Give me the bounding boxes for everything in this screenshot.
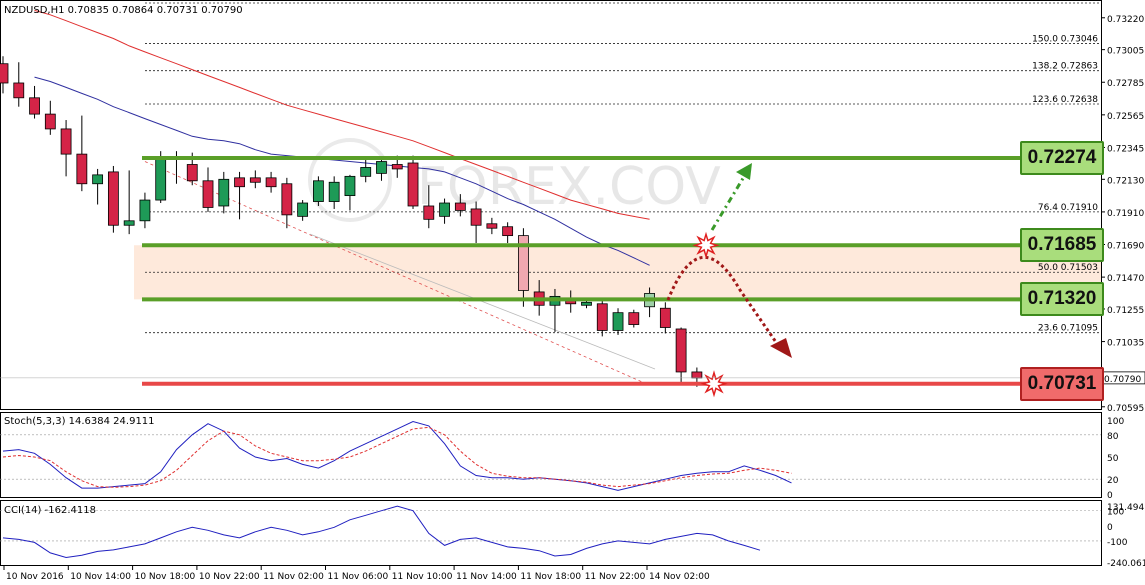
time-tick-label: 11 Nov 14:00	[456, 572, 517, 582]
key-level-price-box: 0.70731	[1020, 366, 1104, 401]
time-tick-label: 10 Nov 18:00	[135, 572, 196, 582]
price-tick-label: 0.71690	[1107, 242, 1144, 252]
bull-candle	[376, 161, 387, 174]
key-level-price-box: 0.71320	[1020, 282, 1104, 317]
bear-candle	[13, 82, 25, 99]
bear-candle	[44, 113, 56, 130]
fib-level-label: 76.4 0.71910	[1038, 203, 1098, 213]
cci-panel-frame	[0, 500, 1102, 566]
bear-candle	[234, 177, 245, 188]
time-tick-label: 11 Nov 10:00	[392, 572, 453, 582]
bear-candle	[281, 183, 293, 216]
bear-candle	[470, 208, 482, 226]
fib-level-label: 123.6 0.72638	[1032, 95, 1098, 105]
bear-candle	[423, 205, 435, 220]
bear-candle	[29, 97, 40, 115]
cci-tick-label: -240.0619	[1107, 559, 1145, 569]
cci-tick-label: 0	[1107, 523, 1113, 533]
time-tick-label: 11 Nov 02:00	[263, 572, 324, 582]
breakout-burst-icon	[692, 231, 720, 259]
bear-candle	[107, 171, 119, 226]
price-tick-label: 0.71035	[1107, 339, 1144, 349]
fib-level-label: 23.6 0.71095	[1038, 324, 1098, 334]
bear-candle	[60, 128, 72, 155]
chart-terminal: FOREX.COV 161.8 0.73220150.0 0.73046138.…	[0, 0, 1145, 582]
bull-candle	[218, 178, 230, 207]
bear-candle	[486, 223, 498, 229]
fib-level-label: 50.0 0.71503	[1038, 263, 1098, 273]
bull-candle	[312, 180, 324, 202]
bull-candle	[360, 167, 372, 177]
price-tick-label: 0.73005	[1107, 47, 1144, 57]
cci-label: CCI(14) -162.4118	[4, 505, 96, 516]
fib-level-label: 150.0 0.73046	[1032, 35, 1098, 45]
bull-candle	[328, 181, 340, 202]
price-tick-label: 0.72565	[1107, 112, 1144, 122]
bull-candle	[439, 202, 450, 217]
bear-candle	[502, 226, 514, 237]
bear-candle	[265, 177, 277, 188]
bull-candle	[139, 199, 151, 222]
time-tick-label: 11 Nov 06:00	[328, 572, 389, 582]
fib-level-label: 161.8 0.73220	[1032, 0, 1098, 4]
stoch-tick-label: 20	[1107, 476, 1119, 486]
bear-candle	[596, 303, 608, 331]
bear-candle	[407, 162, 419, 207]
stoch-panel-frame	[0, 412, 1102, 498]
time-tick-label: 11 Nov 18:00	[520, 572, 581, 582]
time-tick-label: 10 Nov 2016	[6, 572, 64, 582]
key-level-price-box: 0.72274	[1020, 140, 1104, 175]
bull-candle	[297, 202, 309, 217]
current-price-label: 0.70790	[1104, 375, 1141, 385]
time-tick-label: 14 Nov 02:00	[649, 572, 710, 582]
bear-candle	[675, 328, 687, 373]
bull-candle	[92, 174, 104, 185]
bear-candle	[628, 312, 640, 325]
bear-candle	[391, 164, 403, 170]
stoch-label: Stoch(5,3,3) 14.6384 24.9111	[4, 416, 155, 427]
price-tick-label: 0.72130	[1107, 176, 1144, 186]
bull-candle	[155, 156, 167, 201]
price-tick-label: 0.70595	[1107, 404, 1144, 414]
symbol-header: NZDUSD,H1 0.70835 0.70864 0.70731 0.7079…	[4, 5, 243, 16]
target-burst-icon	[700, 370, 728, 398]
bull-candle	[344, 175, 356, 197]
time-tick-label: 10 Nov 22:00	[199, 572, 260, 582]
bull-candle	[581, 301, 592, 306]
cci-tick-label: -100	[1107, 538, 1128, 548]
fib-level-label: 138.2 0.72863	[1032, 62, 1098, 72]
bull-candle	[612, 312, 624, 331]
price-tick-label: 0.71470	[1107, 274, 1144, 284]
bear-candle	[202, 180, 214, 208]
time-axis: 10 Nov 2016 10 Nov 14:00 10 Nov 18:00 10 No…	[3, 566, 710, 582]
bear-candle	[76, 153, 88, 185]
price-tick-label: 0.71910	[1107, 209, 1144, 219]
time-tick-label: 10 Nov 14:00	[70, 572, 131, 582]
cci-tick-label: 100	[1107, 508, 1124, 518]
price-tick-label: 0.72785	[1107, 79, 1144, 89]
key-level-price-box: 0.71685	[1020, 228, 1104, 263]
bear-candle	[454, 202, 466, 211]
bear-candle	[0, 63, 9, 84]
price-tick-label: 0.73220	[1107, 15, 1144, 25]
bear-candle	[691, 371, 703, 379]
time-tick-label: 11 Nov 22:00	[585, 572, 646, 582]
stoch-tick-label: 0	[1107, 491, 1113, 501]
bear-candle	[659, 307, 671, 328]
stoch-tick-label: 100	[1107, 417, 1124, 427]
bull-candle	[123, 220, 135, 226]
stoch-tick-label: 80	[1107, 432, 1119, 442]
bear-candle	[186, 164, 198, 182]
price-tick-label: 0.71255	[1107, 306, 1144, 316]
price-tick-label: 0.72345	[1107, 144, 1144, 154]
stoch-tick-label: 50	[1107, 454, 1119, 464]
bear-candle	[249, 177, 261, 183]
